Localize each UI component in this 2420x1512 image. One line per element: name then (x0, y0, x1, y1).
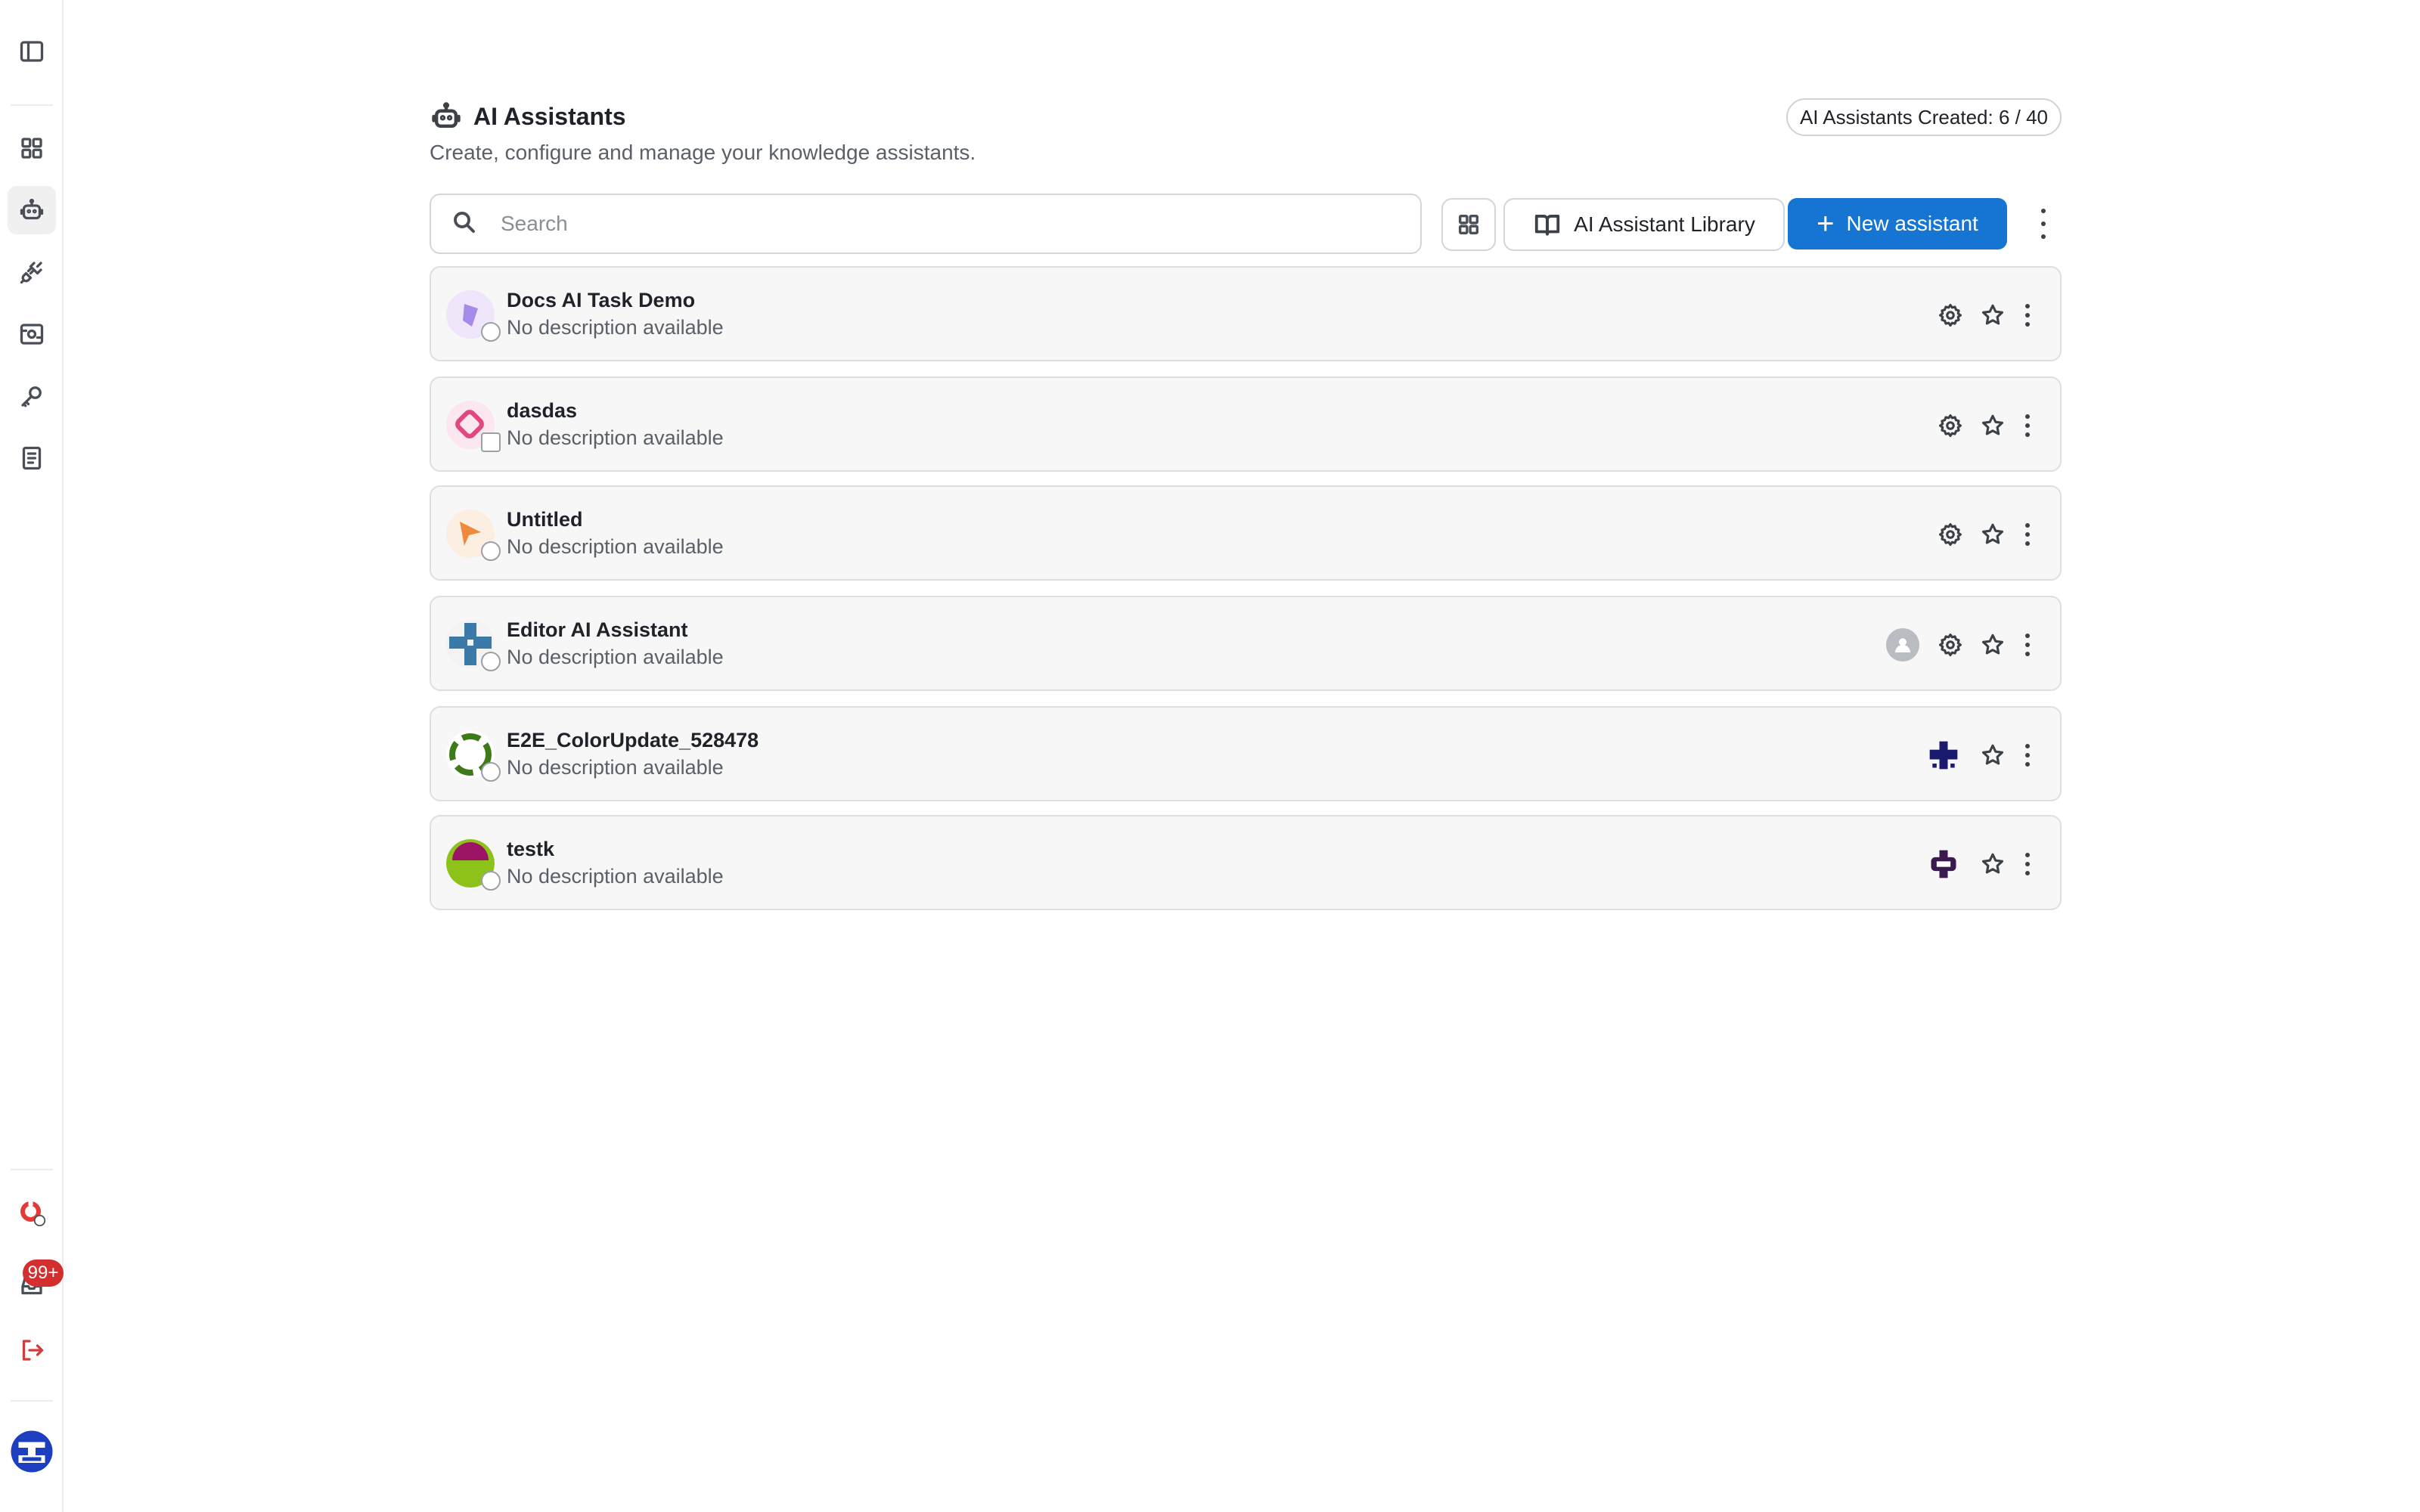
page-title: AI Assistants (473, 102, 626, 130)
plug-icon (20, 262, 42, 284)
edit-type-icon (481, 432, 501, 452)
favorite-button[interactable] (1974, 626, 2012, 664)
card-more-button[interactable] (2016, 304, 2039, 327)
assistant-description: No description available (507, 865, 724, 888)
sidebar-item-api-keys[interactable] (8, 372, 56, 420)
sidebar-item-data-sources[interactable] (8, 310, 56, 358)
search-box (430, 194, 1422, 254)
gear-icon (1938, 414, 1962, 438)
sidebar-item-dashboard[interactable] (8, 124, 56, 172)
star-icon (1981, 853, 2004, 874)
user-avatar[interactable] (8, 1427, 56, 1476)
workspace-logo-icon (1927, 739, 1960, 772)
logout-button[interactable] (8, 1326, 56, 1374)
new-assistant-button[interactable]: + New assistant (1788, 198, 2007, 249)
robot-icon (20, 198, 44, 220)
chat-type-icon (481, 652, 501, 671)
favorite-button[interactable] (1974, 736, 2012, 774)
notification-badge: 99+ (23, 1259, 64, 1287)
assistant-name: dasdas (507, 399, 578, 422)
grid-icon (1458, 214, 1479, 235)
card-more-button[interactable] (2016, 744, 2039, 767)
assistant-card[interactable]: Editor AI Assistant No description avail… (430, 596, 2062, 691)
gear-icon (1938, 633, 1962, 657)
favorite-button[interactable] (1974, 407, 2012, 445)
database-icon (20, 324, 44, 345)
assistant-description: No description available (507, 646, 724, 668)
assistant-description: No description available (507, 316, 724, 339)
card-more-button[interactable] (2016, 414, 2039, 437)
chat-type-icon (481, 762, 501, 782)
toolbar: AI Assistant Library + New assistant (430, 194, 2062, 254)
new-assistant-label: New assistant (1846, 212, 1978, 235)
assistant-description: No description available (507, 426, 724, 449)
star-icon (1981, 414, 2004, 435)
card-more-button[interactable] (2016, 634, 2039, 656)
sidebar-item-assistants[interactable] (8, 186, 56, 234)
grid-icon (21, 138, 42, 159)
owner-avatar-icon (1886, 628, 1919, 662)
toggle-sidebar-button[interactable] (8, 27, 56, 76)
search-input[interactable] (501, 212, 1333, 236)
assistant-card[interactable]: E2E_ColorUpdate_528478 No description av… (430, 706, 2062, 801)
assistant-card[interactable]: dasdas No description available (430, 376, 2062, 472)
organization-switcher[interactable] (8, 1188, 56, 1237)
search-icon (451, 209, 481, 239)
settings-button[interactable] (1931, 407, 1969, 445)
grid-view-button[interactable] (1441, 198, 1496, 251)
star-icon (1981, 744, 2004, 765)
assistant-card[interactable]: Docs AI Task Demo No description availab… (430, 266, 2062, 361)
key-icon (21, 386, 42, 407)
chat-type-icon (481, 541, 501, 561)
settings-button[interactable] (1931, 516, 1969, 553)
assistant-name: E2E_ColorUpdate_528478 (507, 729, 759, 751)
open-book-icon (1535, 215, 1560, 236)
gear-icon (1938, 303, 1962, 327)
more-options-button[interactable] (2030, 209, 2057, 239)
assistant-library-button[interactable]: AI Assistant Library (1503, 198, 1785, 251)
page-subtitle: Create, configure and manage your knowle… (430, 141, 976, 164)
assistant-description: No description available (507, 535, 724, 558)
favorite-button[interactable] (1974, 296, 2012, 334)
star-icon (1981, 634, 2004, 655)
workspace-logo-icon (1927, 847, 1960, 881)
card-more-button[interactable] (2016, 853, 2039, 875)
assistant-card[interactable]: Untitled No description available (430, 485, 2062, 581)
book-icon (22, 446, 42, 470)
chat-type-icon (481, 871, 501, 891)
assistant-name: Editor AI Assistant (507, 618, 688, 641)
plus-icon: + (1817, 207, 1835, 240)
panel-left-icon (20, 41, 44, 62)
sidebar-item-integrations[interactable] (8, 248, 56, 296)
chat-type-icon (481, 322, 501, 342)
settings-button[interactable] (1931, 296, 1969, 334)
star-icon (1981, 304, 2004, 325)
org-logo-icon (20, 1200, 45, 1226)
assistant-description: No description available (507, 756, 724, 779)
gear-icon (1938, 522, 1962, 547)
assistant-card[interactable]: testk No description available (430, 815, 2062, 910)
assistants-quota-badge: AI Assistants Created: 6 / 40 (1786, 98, 2062, 136)
assistant-name: testk (507, 838, 555, 860)
assistant-library-label: AI Assistant Library (1574, 212, 1755, 236)
favorite-button[interactable] (1974, 516, 2012, 553)
star-icon (1981, 523, 2004, 544)
assistant-name: Docs AI Task Demo (507, 289, 696, 311)
logout-icon (22, 1340, 44, 1361)
sidebar: 99+ (0, 0, 64, 1512)
assistant-name: Untitled (507, 508, 583, 531)
robot-icon (430, 100, 463, 133)
favorite-button[interactable] (1974, 845, 2012, 883)
sidebar-item-documentation[interactable] (8, 434, 56, 482)
user-avatar-icon (11, 1430, 53, 1473)
card-more-button[interactable] (2016, 523, 2039, 546)
settings-button[interactable] (1931, 626, 1969, 664)
